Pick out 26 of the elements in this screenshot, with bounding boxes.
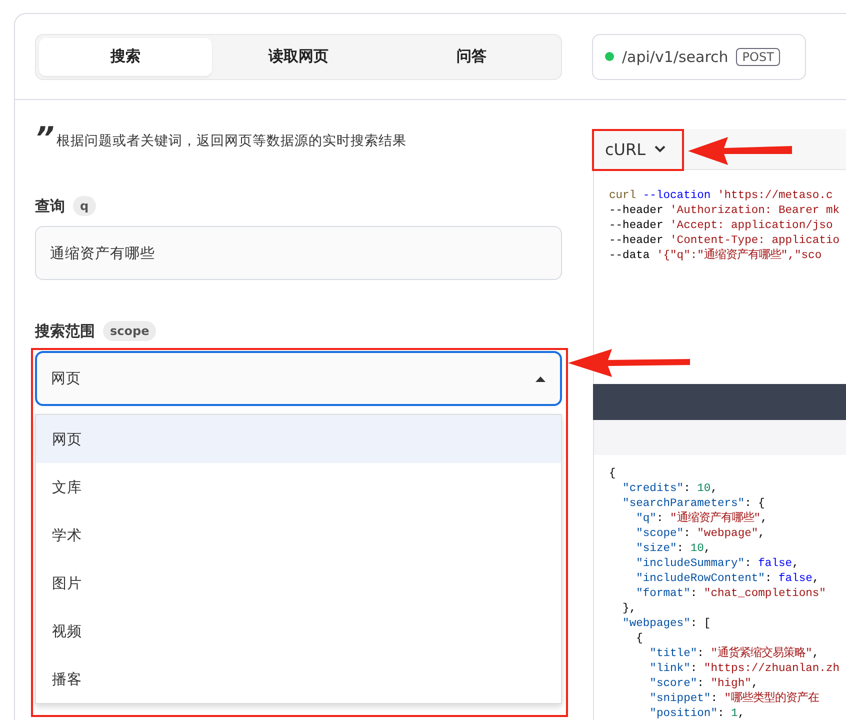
field-label: 搜索范围: [35, 322, 95, 340]
tab[interactable]: 问答: [385, 38, 558, 76]
dropdown-option[interactable]: 播客: [36, 655, 561, 703]
dropdown-option[interactable]: 文库: [36, 463, 561, 511]
arrow-icon: [688, 137, 792, 165]
dropdown-option[interactable]: 网页: [36, 415, 561, 463]
dropdown-option[interactable]: 图片: [36, 559, 561, 607]
tab[interactable]: 读取网页: [212, 38, 385, 76]
quote-mark: ”: [35, 128, 54, 150]
arrow-icon: [568, 349, 690, 377]
param-tag: q: [73, 196, 96, 216]
query-input[interactable]: 通缩资产有哪些: [35, 226, 562, 280]
param-tag: scope: [103, 321, 156, 341]
tab[interactable]: 搜索: [39, 38, 212, 76]
dropdown-option[interactable]: 学术: [36, 511, 561, 559]
scope-select[interactable]: 网页: [35, 351, 562, 406]
field-label: 查询: [35, 196, 65, 216]
dropdown-option[interactable]: 视频: [36, 607, 561, 655]
caret-icon: [535, 376, 546, 382]
language-dropdown[interactable]: cURL: [593, 140, 678, 158]
description: 根据问题或者关键词，返回网页等数据源的实时搜索结果: [56, 132, 406, 150]
chevron-icon: [654, 145, 666, 153]
status-dot-icon: [605, 52, 614, 61]
endpoint-path: /api/v1/search: [622, 48, 728, 66]
method-tag: POST: [736, 48, 780, 66]
response-code: { "credits": 10, "searchParameters": { "q": "通缩资产有哪些", "scope": "webpage", "size": 10, "includeSummary": false, "includeRowContent": false, "format": "chat_completions" }, "webpages": [ { "title": "通货紧缩交易策略", "link": "https://zhuanlan.zh "score": "high", "snippet": "哪些类型的资产在 "position": 1,: [593, 455, 846, 720]
